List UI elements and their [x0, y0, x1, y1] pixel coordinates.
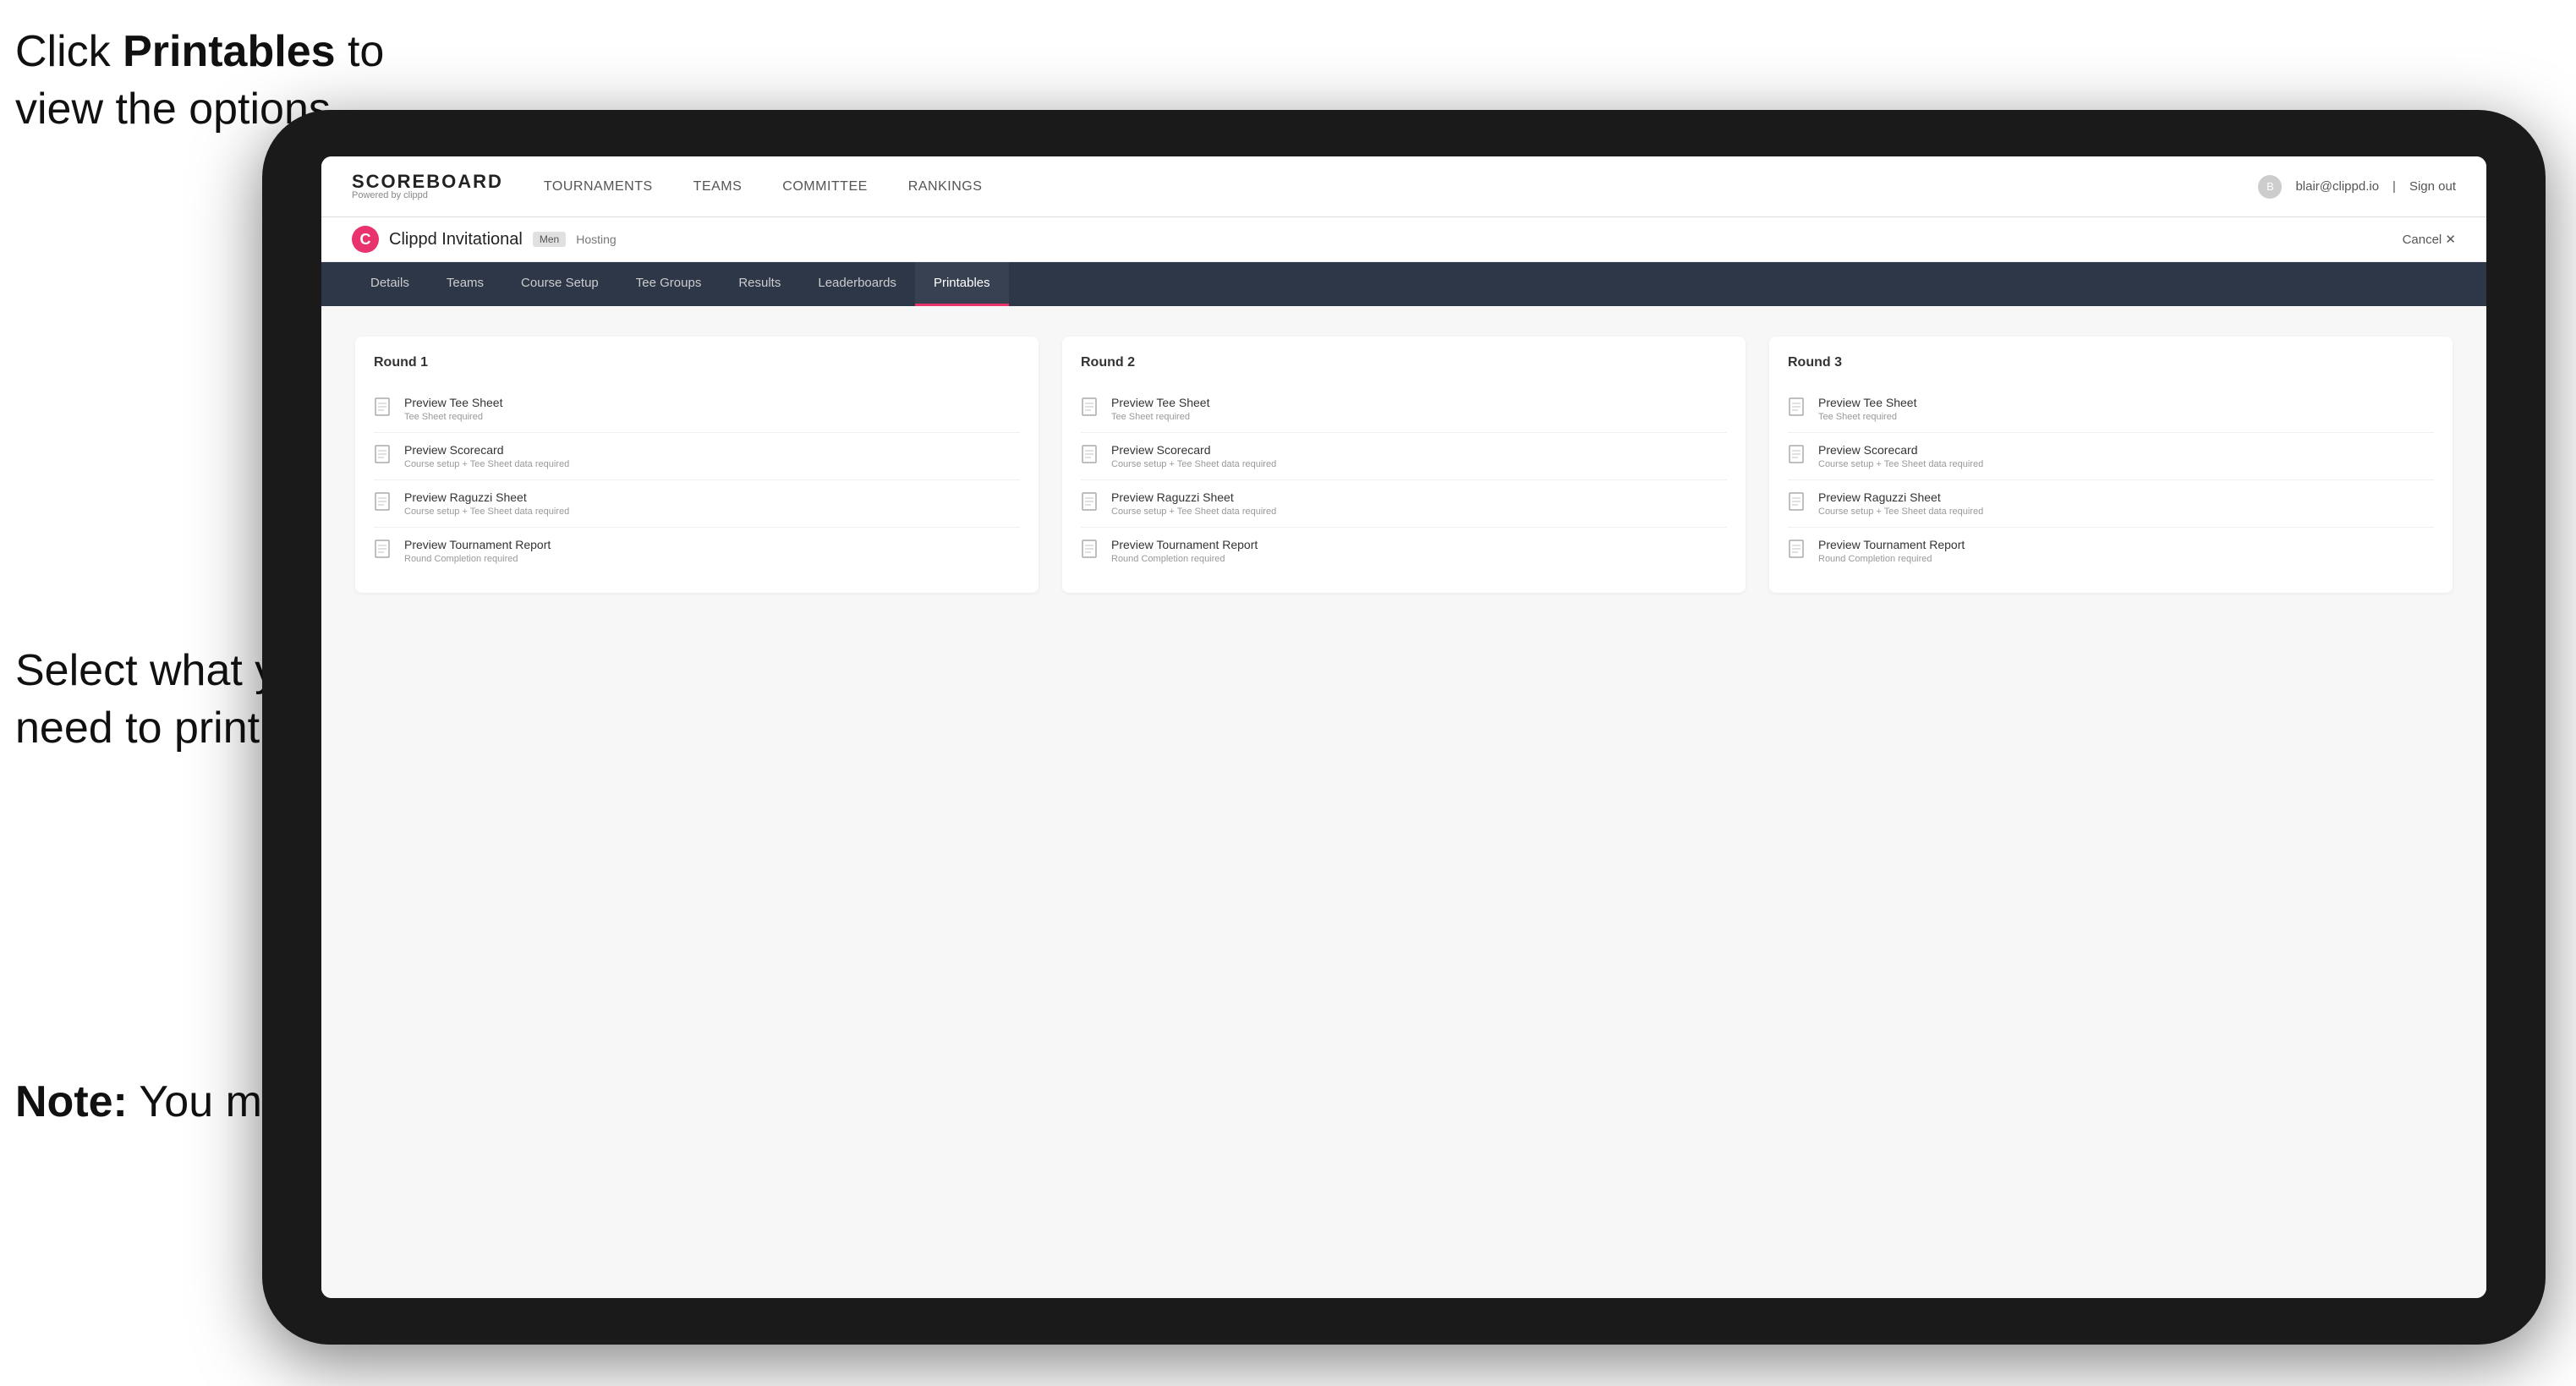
round-3-tee-sheet-title: Preview Tee Sheet	[1818, 396, 1916, 409]
tournament-report-icon-r2	[1081, 540, 1101, 563]
round-1-scorecard[interactable]: Preview Scorecard Course setup + Tee She…	[374, 433, 1020, 480]
tee-sheet-icon-r3	[1788, 397, 1808, 421]
round-1-tournament-report[interactable]: Preview Tournament Report Round Completi…	[374, 528, 1020, 574]
sub-nav: Details Teams Course Setup Tee Groups Re…	[321, 262, 2486, 306]
tournament-header: C Clippd Invitational Men Hosting Cancel…	[321, 217, 2486, 262]
round-2-tournament-report[interactable]: Preview Tournament Report Round Completi…	[1081, 528, 1727, 574]
round-3-tournament-report[interactable]: Preview Tournament Report Round Completi…	[1788, 528, 2434, 574]
brand-sub: Powered by clippd	[352, 191, 503, 200]
round-2-raguzzi-title: Preview Raguzzi Sheet	[1111, 490, 1276, 504]
tournament-name-area: C Clippd Invitational Men Hosting	[352, 226, 617, 253]
round-3-column: Round 3 Preview Tee Sheet Tee Sheet requ…	[1769, 337, 2453, 593]
round-1-scorecard-title: Preview Scorecard	[404, 443, 569, 457]
round-1-title: Round 1	[374, 355, 1020, 370]
round-1-raguzzi[interactable]: Preview Raguzzi Sheet Course setup + Tee…	[374, 480, 1020, 528]
round-3-tee-sheet[interactable]: Preview Tee Sheet Tee Sheet required	[1788, 386, 2434, 433]
main-content: Round 1 Preview Tee Sheet Tee Sheet requ…	[321, 306, 2486, 1298]
tee-sheet-icon-r2	[1081, 397, 1101, 421]
round-1-report-subtitle: Round Completion required	[404, 554, 551, 564]
tablet-screen: SCOREBOARD Powered by clippd TOURNAMENTS…	[321, 156, 2486, 1298]
tournament-report-icon	[374, 540, 394, 563]
scorecard-icon-r3	[1788, 445, 1808, 468]
nav-right: B blair@clippd.io | Sign out	[2258, 175, 2456, 199]
round-3-scorecard-title: Preview Scorecard	[1818, 443, 1983, 457]
nav-links: TOURNAMENTS TEAMS COMMITTEE RANKINGS	[544, 179, 982, 194]
round-2-title: Round 2	[1081, 355, 1727, 370]
nav-tournaments[interactable]: TOURNAMENTS	[544, 179, 653, 194]
raguzzi-icon-r3	[1788, 492, 1808, 516]
tab-results[interactable]: Results	[720, 262, 799, 306]
hosting-badge: Hosting	[576, 233, 616, 246]
round-2-scorecard-subtitle: Course setup + Tee Sheet data required	[1111, 459, 1276, 469]
nav-left: SCOREBOARD Powered by clippd TOURNAMENTS…	[352, 173, 982, 200]
scorecard-icon-r2	[1081, 445, 1101, 468]
tournament-report-icon-r3	[1788, 540, 1808, 563]
round-2-report-title: Preview Tournament Report	[1111, 538, 1258, 551]
round-3-tee-sheet-subtitle: Tee Sheet required	[1818, 412, 1916, 422]
sign-out-link[interactable]: Sign out	[2409, 179, 2456, 194]
cancel-button[interactable]: Cancel ✕	[2403, 232, 2456, 247]
round-3-report-subtitle: Round Completion required	[1818, 554, 1965, 564]
round-3-report-title: Preview Tournament Report	[1818, 538, 1965, 551]
brand-title: SCOREBOARD	[352, 173, 503, 191]
tee-sheet-icon	[374, 397, 394, 421]
tab-printables[interactable]: Printables	[915, 262, 1009, 306]
round-1-tee-sheet-subtitle: Tee Sheet required	[404, 412, 502, 422]
tablet-frame: SCOREBOARD Powered by clippd TOURNAMENTS…	[262, 110, 2546, 1345]
round-3-title: Round 3	[1788, 355, 2434, 370]
round-1-column: Round 1 Preview Tee Sheet Tee Sheet requ…	[355, 337, 1039, 593]
round-3-scorecard-subtitle: Course setup + Tee Sheet data required	[1818, 459, 1983, 469]
rounds-grid: Round 1 Preview Tee Sheet Tee Sheet requ…	[355, 337, 2453, 593]
scorecard-icon	[374, 445, 394, 468]
brand: SCOREBOARD Powered by clippd	[352, 173, 503, 200]
round-1-raguzzi-subtitle: Course setup + Tee Sheet data required	[404, 507, 569, 517]
round-1-tee-sheet[interactable]: Preview Tee Sheet Tee Sheet required	[374, 386, 1020, 433]
round-2-tee-sheet-subtitle: Tee Sheet required	[1111, 412, 1209, 422]
tab-details[interactable]: Details	[352, 262, 428, 306]
round-3-raguzzi-title: Preview Raguzzi Sheet	[1818, 490, 1983, 504]
nav-teams[interactable]: TEAMS	[693, 179, 743, 194]
tab-teams[interactable]: Teams	[428, 262, 502, 306]
round-2-raguzzi[interactable]: Preview Raguzzi Sheet Course setup + Tee…	[1081, 480, 1727, 528]
round-3-scorecard[interactable]: Preview Scorecard Course setup + Tee She…	[1788, 433, 2434, 480]
nav-separator: |	[2392, 179, 2396, 194]
round-1-raguzzi-title: Preview Raguzzi Sheet	[404, 490, 569, 504]
tournament-title: Clippd Invitational	[389, 230, 523, 249]
user-email: blair@clippd.io	[2295, 179, 2379, 194]
round-1-report-title: Preview Tournament Report	[404, 538, 551, 551]
tournament-gender-badge: Men	[533, 232, 566, 247]
raguzzi-icon-r2	[1081, 492, 1101, 516]
round-2-tee-sheet-title: Preview Tee Sheet	[1111, 396, 1209, 409]
round-2-scorecard-title: Preview Scorecard	[1111, 443, 1276, 457]
tournament-logo: C	[352, 226, 379, 253]
round-2-raguzzi-subtitle: Course setup + Tee Sheet data required	[1111, 507, 1276, 517]
round-3-raguzzi-subtitle: Course setup + Tee Sheet data required	[1818, 507, 1983, 517]
round-1-tee-sheet-title: Preview Tee Sheet	[404, 396, 502, 409]
tab-tee-groups[interactable]: Tee Groups	[617, 262, 721, 306]
round-2-scorecard[interactable]: Preview Scorecard Course setup + Tee She…	[1081, 433, 1727, 480]
round-1-scorecard-subtitle: Course setup + Tee Sheet data required	[404, 459, 569, 469]
round-3-raguzzi[interactable]: Preview Raguzzi Sheet Course setup + Tee…	[1788, 480, 2434, 528]
round-2-column: Round 2 Preview Tee Sheet Tee Sheet requ…	[1062, 337, 1746, 593]
raguzzi-icon	[374, 492, 394, 516]
nav-committee[interactable]: COMMITTEE	[782, 179, 868, 194]
user-avatar: B	[2258, 175, 2282, 199]
nav-rankings[interactable]: RANKINGS	[908, 179, 983, 194]
top-nav: SCOREBOARD Powered by clippd TOURNAMENTS…	[321, 156, 2486, 217]
round-2-tee-sheet[interactable]: Preview Tee Sheet Tee Sheet required	[1081, 386, 1727, 433]
tab-leaderboards[interactable]: Leaderboards	[799, 262, 915, 306]
round-2-report-subtitle: Round Completion required	[1111, 554, 1258, 564]
tab-course-setup[interactable]: Course Setup	[502, 262, 617, 306]
